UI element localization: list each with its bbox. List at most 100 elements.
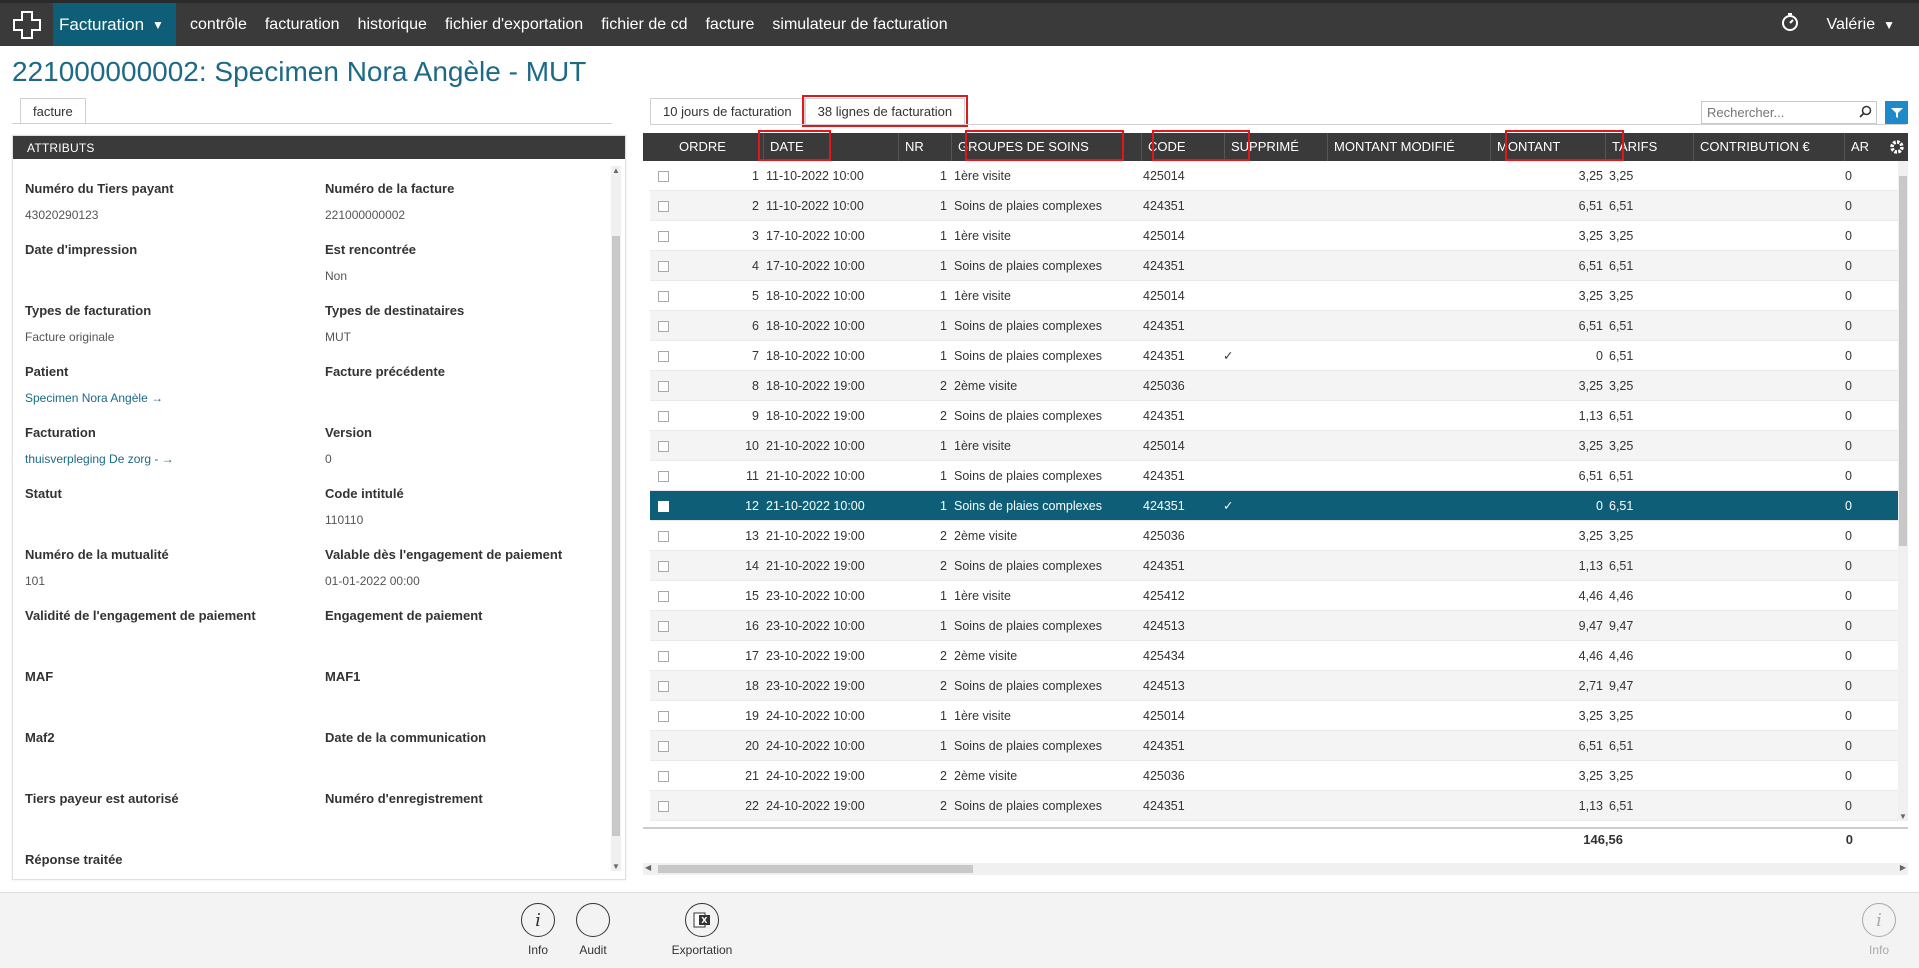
- nav-fichier-cd[interactable]: fichier de cd: [601, 16, 687, 34]
- row-checkbox[interactable]: [658, 771, 669, 782]
- audit-action[interactable]: Audit: [553, 903, 633, 957]
- tab-lignes-facturation[interactable]: 38 lignes de facturation: [801, 95, 969, 127]
- row-checkbox[interactable]: [658, 621, 669, 632]
- table-row[interactable]: 3 17-10-2022 10:00 1 1ère visite 425014 3,25 3…: [650, 221, 1898, 251]
- tab-facture[interactable]: facture: [20, 98, 86, 124]
- cell-montant: 9,47: [1578, 619, 1603, 633]
- stopwatch-icon[interactable]: [1780, 12, 1800, 37]
- search-icon[interactable]: [1859, 105, 1872, 121]
- table-row[interactable]: 7 18-10-2022 10:00 1 Soins de plaies comple…: [650, 341, 1898, 371]
- scroll-down-icon[interactable]: ▼: [1898, 812, 1908, 821]
- attribute-field: Facture précédente: [325, 364, 615, 424]
- filter-button[interactable]: [1885, 101, 1908, 124]
- cell-contribution: 0: [1845, 559, 1852, 573]
- cell-nr: 2: [940, 769, 947, 783]
- grid-vertical-scrollbar[interactable]: ▼: [1898, 161, 1908, 821]
- search-input[interactable]: [1707, 105, 1847, 120]
- app-logo[interactable]: [0, 3, 53, 46]
- table-row[interactable]: 4 17-10-2022 10:00 1 Soins de plaies comple…: [650, 251, 1898, 281]
- grid-header: ORDRE DATE NR GROUPES DE SOINS CODE SUPP…: [643, 130, 1908, 161]
- table-row[interactable]: 16 23-10-2022 10:00 1 Soins de plaies compl…: [650, 611, 1898, 641]
- table-row[interactable]: 21 24-10-2022 19:00 2 2ème visite 425036 3,25…: [650, 761, 1898, 791]
- cell-ordre: 13: [745, 529, 759, 543]
- row-checkbox[interactable]: [658, 381, 669, 392]
- table-row[interactable]: 2 11-10-2022 10:00 1 Soins de plaies comple…: [650, 191, 1898, 221]
- nav-historique[interactable]: historique: [358, 16, 427, 34]
- info-side-action[interactable]: i Info: [1839, 903, 1919, 957]
- table-row[interactable]: 20 24-10-2022 10:00 1 Soins de plaies compl…: [650, 731, 1898, 761]
- col-ordre[interactable]: ORDRE: [673, 133, 763, 161]
- cell-ordre: 22: [745, 799, 759, 813]
- scroll-left-icon[interactable]: ◀: [645, 863, 651, 872]
- table-row[interactable]: 9 18-10-2022 19:00 2 Soins de plaies comple…: [650, 401, 1898, 431]
- table-row[interactable]: 11 21-10-2022 10:00 1 Soins de plaies compl…: [650, 461, 1898, 491]
- scroll-up-icon[interactable]: ▲: [611, 166, 621, 175]
- col-montant-modifie[interactable]: MONTANT MODIFIÉ: [1327, 133, 1490, 161]
- col-ar[interactable]: AR: [1844, 133, 1889, 161]
- row-checkbox[interactable]: [658, 681, 669, 692]
- row-checkbox[interactable]: [658, 591, 669, 602]
- nav-simulateur[interactable]: simulateur de facturation: [772, 16, 947, 34]
- gear-icon[interactable]: [1888, 138, 1906, 159]
- table-row[interactable]: 17 23-10-2022 19:00 2 2ème visite 425434 4,46…: [650, 641, 1898, 671]
- grid-horizontal-scrollbar[interactable]: ◀ ▶: [643, 863, 1908, 875]
- table-row[interactable]: 12 21-10-2022 10:00 1 Soins de plaies compl…: [650, 491, 1898, 521]
- row-checkbox[interactable]: [658, 441, 669, 452]
- row-checkbox[interactable]: [658, 711, 669, 722]
- table-row[interactable]: 18 23-10-2022 19:00 2 Soins de plaies compl…: [650, 671, 1898, 701]
- row-checkbox[interactable]: [658, 261, 669, 272]
- row-checkbox[interactable]: [658, 501, 669, 512]
- attribute-label: Maf2: [25, 730, 55, 745]
- col-contribution[interactable]: CONTRIBUTION €: [1693, 133, 1844, 161]
- cell-tarifs: 6,51: [1609, 499, 1634, 513]
- info-side-label: Info: [1868, 943, 1889, 957]
- table-row[interactable]: 15 23-10-2022 10:00 1 1ère visite 425412 4,46…: [650, 581, 1898, 611]
- row-checkbox[interactable]: [658, 171, 669, 182]
- scroll-right-icon[interactable]: ▶: [1900, 863, 1906, 872]
- table-row[interactable]: 22 24-10-2022 19:00 2 Soins de plaies compl…: [650, 791, 1898, 821]
- table-row[interactable]: 10 21-10-2022 10:00 1 1ère visite 425014 3,25…: [650, 431, 1898, 461]
- chevron-down-icon: ▼: [1883, 17, 1895, 32]
- row-checkbox[interactable]: [658, 201, 669, 212]
- row-checkbox[interactable]: [658, 321, 669, 332]
- cell-tarifs: 9,47: [1609, 679, 1634, 693]
- row-checkbox[interactable]: [658, 561, 669, 572]
- attribute-link[interactable]: Specimen Nora Angèle →: [25, 391, 315, 405]
- scroll-down-icon[interactable]: ▼: [611, 862, 621, 871]
- nav-facture[interactable]: facture: [705, 16, 754, 34]
- table-row[interactable]: 19 24-10-2022 10:00 1 1ère visite 425014 3,25…: [650, 701, 1898, 731]
- scroll-thumb[interactable]: [612, 236, 620, 836]
- scroll-thumb[interactable]: [1899, 176, 1907, 546]
- table-row[interactable]: 13 21-10-2022 19:00 2 2ème visite 425036 3,25…: [650, 521, 1898, 551]
- cell-date: 24-10-2022 19:00: [766, 799, 865, 813]
- cell-supprime: [1223, 371, 1243, 401]
- app-switcher-menu[interactable]: Facturation ▼: [53, 3, 176, 46]
- row-checkbox[interactable]: [658, 531, 669, 542]
- user-menu[interactable]: Valérie ▼: [1826, 16, 1895, 34]
- row-checkbox[interactable]: [658, 471, 669, 482]
- exportation-action[interactable]: X Exportation: [662, 903, 742, 957]
- table-row[interactable]: 14 21-10-2022 19:00 2 Soins de plaies compl…: [650, 551, 1898, 581]
- tab-jours-facturation[interactable]: 10 jours de facturation: [650, 98, 805, 124]
- attributes-scrollbar[interactable]: ▲ ▼: [611, 166, 621, 871]
- nav-facturation[interactable]: facturation: [265, 16, 340, 34]
- row-checkbox[interactable]: [658, 651, 669, 662]
- row-checkbox[interactable]: [658, 291, 669, 302]
- nav-fichier-exportation[interactable]: fichier d'exportation: [445, 16, 583, 34]
- row-checkbox[interactable]: [658, 351, 669, 362]
- table-row[interactable]: 1 11-10-2022 10:00 1 1ère visite 425014 3,25 3…: [650, 161, 1898, 191]
- table-row[interactable]: 5 18-10-2022 10:00 1 1ère visite 425014 3,25 3…: [650, 281, 1898, 311]
- scroll-thumb[interactable]: [658, 865, 973, 873]
- table-row[interactable]: 8 18-10-2022 19:00 2 2ème visite 425036 3,25 3…: [650, 371, 1898, 401]
- row-checkbox[interactable]: [658, 801, 669, 812]
- cell-groupe: Soins de plaies complexes: [954, 469, 1102, 483]
- table-row[interactable]: 6 18-10-2022 10:00 1 Soins de plaies comple…: [650, 311, 1898, 341]
- cell-code: 425014: [1143, 169, 1185, 183]
- row-checkbox[interactable]: [658, 231, 669, 242]
- row-checkbox[interactable]: [658, 411, 669, 422]
- nav-controle[interactable]: contrôle: [190, 16, 247, 34]
- col-nr[interactable]: NR: [898, 133, 951, 161]
- row-checkbox[interactable]: [658, 741, 669, 752]
- attribute-label: Date de la communication: [325, 730, 487, 745]
- attribute-link[interactable]: thuisverpleging De zorg - →: [25, 452, 315, 466]
